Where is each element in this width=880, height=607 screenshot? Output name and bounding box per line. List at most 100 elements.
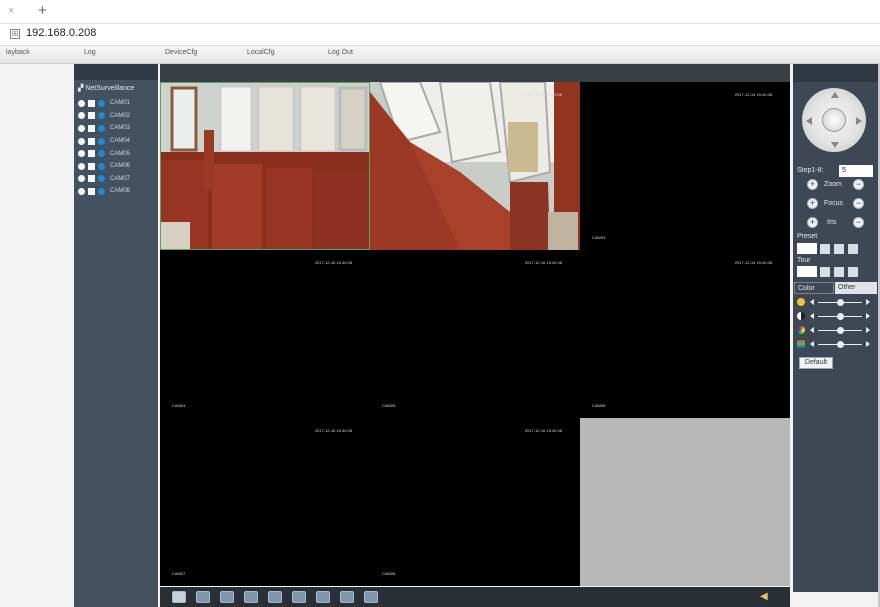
- decrease-icon[interactable]: [810, 299, 814, 305]
- video-cell-3[interactable]: 2017-12-16 15:40:38 CAM03: [580, 82, 790, 250]
- slider-knob[interactable]: [837, 327, 844, 334]
- playback-icon[interactable]: [316, 591, 330, 603]
- ptz-joystick[interactable]: [802, 88, 866, 152]
- alarm-icon[interactable]: [364, 591, 378, 603]
- nav-device-cfg[interactable]: DeviceCfg: [165, 49, 197, 56]
- camera-item[interactable]: CAM04: [78, 135, 130, 148]
- camera-item[interactable]: CAM06: [78, 160, 130, 173]
- camera-item[interactable]: CAM03: [78, 122, 130, 135]
- open-icon[interactable]: [78, 150, 85, 158]
- stream-icon[interactable]: [98, 150, 105, 158]
- iris-close-icon[interactable]: −: [853, 217, 864, 228]
- preset-input[interactable]: [797, 243, 817, 254]
- stream-icon[interactable]: [98, 137, 105, 145]
- video-cell-7[interactable]: 2017-12-16 15:40:38 CAM07: [160, 418, 370, 586]
- url-text[interactable]: 192.168.0.208: [26, 27, 96, 39]
- preset-add-icon[interactable]: [834, 244, 844, 254]
- open-icon[interactable]: [78, 162, 85, 170]
- video-cell-8[interactable]: 2017-12-16 15:40:38 CAM08: [370, 418, 580, 586]
- default-button[interactable]: Default: [799, 357, 833, 369]
- open-icon[interactable]: [78, 137, 85, 145]
- open-icon[interactable]: [78, 124, 85, 132]
- record-icon[interactable]: [88, 162, 95, 170]
- increase-icon[interactable]: [866, 299, 870, 305]
- increase-icon[interactable]: [866, 327, 870, 333]
- snapshot-icon[interactable]: [268, 591, 282, 603]
- video-cell-4[interactable]: 2017-12-16 15:40:38 CAM04: [160, 250, 370, 418]
- tree-root[interactable]: ▞ NetSurveillance: [78, 84, 134, 92]
- nav-playback[interactable]: layback: [6, 49, 30, 56]
- tab-color[interactable]: Color: [794, 282, 834, 294]
- tab-other[interactable]: Other: [835, 282, 877, 294]
- nav-local-cfg[interactable]: LocalCfg: [247, 49, 275, 56]
- record-icon[interactable]: [88, 137, 95, 145]
- record-icon[interactable]: [88, 124, 95, 132]
- record-icon[interactable]: [88, 99, 95, 107]
- preset-goto-icon[interactable]: [820, 244, 830, 254]
- open-icon[interactable]: [78, 187, 85, 195]
- arrow-up-icon[interactable]: [831, 92, 839, 98]
- focus-in-icon[interactable]: +: [807, 198, 818, 209]
- open-icon[interactable]: [78, 175, 85, 183]
- camera-item[interactable]: CAM02: [78, 110, 130, 123]
- step-select[interactable]: 5: [839, 165, 873, 177]
- contrast-slider[interactable]: [797, 311, 875, 321]
- camera-item[interactable]: CAM01: [78, 97, 130, 110]
- stream-icon[interactable]: [98, 124, 105, 132]
- focus-out-icon[interactable]: −: [853, 198, 864, 209]
- speaker-icon[interactable]: ◀: [760, 591, 772, 603]
- zoom-out-icon[interactable]: −: [853, 179, 864, 190]
- tour-grid-icon[interactable]: [848, 267, 858, 277]
- record-icon[interactable]: [88, 112, 95, 120]
- arrow-left-icon[interactable]: [806, 117, 812, 125]
- tour-play-icon[interactable]: [820, 267, 830, 277]
- talk-icon[interactable]: [340, 591, 354, 603]
- arrow-down-icon[interactable]: [831, 142, 839, 148]
- record-icon[interactable]: [88, 187, 95, 195]
- split-9-icon[interactable]: [244, 591, 258, 603]
- page-info-icon[interactable]: ⊞: [10, 29, 20, 39]
- video-cell-9[interactable]: [580, 418, 790, 586]
- arrow-right-icon[interactable]: [856, 117, 862, 125]
- record-icon[interactable]: [88, 175, 95, 183]
- slider-knob[interactable]: [837, 299, 844, 306]
- slider-knob[interactable]: [837, 341, 844, 348]
- slider-knob[interactable]: [837, 313, 844, 320]
- tour-input[interactable]: [797, 266, 817, 277]
- camera-item[interactable]: CAM05: [78, 147, 130, 160]
- stream-icon[interactable]: [98, 162, 105, 170]
- open-icon[interactable]: [78, 99, 85, 107]
- decrease-icon[interactable]: [810, 327, 814, 333]
- video-cell-5[interactable]: 2017-12-16 15:40:38 CAM05: [370, 250, 580, 418]
- video-cell-2[interactable]: 2017-12-16 15:40:38: [370, 82, 580, 250]
- record-icon[interactable]: [292, 591, 306, 603]
- video-cell-1[interactable]: [160, 82, 370, 250]
- close-tab-icon[interactable]: ×: [8, 5, 14, 17]
- new-tab-button[interactable]: +: [38, 2, 47, 19]
- brightness-slider[interactable]: [797, 297, 875, 307]
- tour-stop-icon[interactable]: [834, 267, 844, 277]
- iris-open-icon[interactable]: +: [807, 217, 818, 228]
- saturation-slider[interactable]: [797, 325, 875, 335]
- stream-icon[interactable]: [98, 187, 105, 195]
- open-icon[interactable]: [78, 112, 85, 120]
- fullscreen-icon[interactable]: [172, 591, 186, 603]
- increase-icon[interactable]: [866, 341, 870, 347]
- address-bar[interactable]: ⊞ 192.168.0.208: [0, 24, 880, 46]
- hue-slider[interactable]: [797, 339, 875, 349]
- nav-log[interactable]: Log: [84, 49, 96, 56]
- stream-icon[interactable]: [98, 99, 105, 107]
- camera-item[interactable]: CAM07: [78, 173, 130, 186]
- increase-icon[interactable]: [866, 313, 870, 319]
- video-cell-6[interactable]: 2017-12-16 15:40:38 CAM06: [580, 250, 790, 418]
- split-1-icon[interactable]: [196, 591, 210, 603]
- zoom-in-icon[interactable]: +: [807, 179, 818, 190]
- stream-icon[interactable]: [98, 112, 105, 120]
- nav-log-out[interactable]: Log Out: [328, 49, 353, 56]
- preset-remove-icon[interactable]: [848, 244, 858, 254]
- joystick-center[interactable]: [822, 108, 846, 132]
- split-4-icon[interactable]: [220, 591, 234, 603]
- decrease-icon[interactable]: [810, 341, 814, 347]
- camera-item[interactable]: CAM08: [78, 185, 130, 198]
- record-icon[interactable]: [88, 150, 95, 158]
